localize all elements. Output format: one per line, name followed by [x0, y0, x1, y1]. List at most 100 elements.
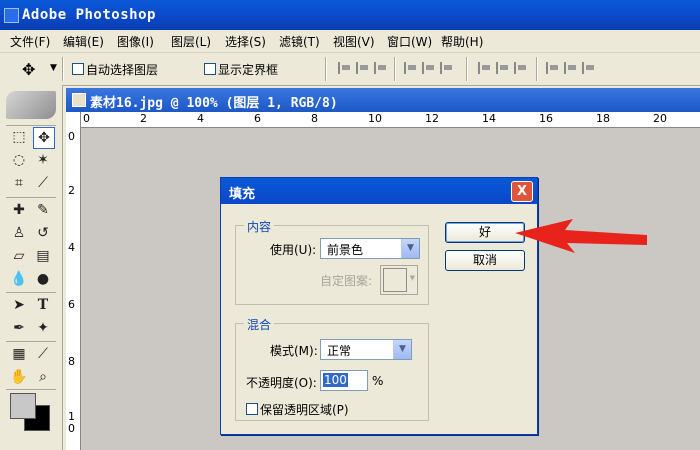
slice-icon[interactable]: ⟋: [33, 173, 53, 193]
red-arrow-shape: [515, 219, 647, 253]
tool-preset-chevron-icon[interactable]: ▼: [50, 63, 57, 73]
ruler-tick-label: 0: [68, 422, 75, 435]
menu-image[interactable]: 图像(I): [117, 33, 154, 50]
distribute-left-icon[interactable]: [546, 62, 562, 74]
menu-layer[interactable]: 图层(L): [171, 33, 211, 50]
auto-select-layer-checkbox[interactable]: [72, 63, 84, 75]
photoshop-app-icon: [4, 8, 19, 23]
menu-file[interactable]: 文件(F): [10, 33, 50, 50]
ruler-tick-label: 6: [68, 298, 75, 311]
ruler-tick-label: 4: [197, 112, 204, 125]
gradient-icon[interactable]: ▤: [33, 246, 53, 266]
ruler-tick-label: 8: [311, 112, 318, 125]
show-bounds-checkbox[interactable]: [204, 63, 216, 75]
distribute-hcenter-icon[interactable]: [564, 62, 580, 74]
toolbox-separator: [6, 389, 56, 390]
options-separator: [394, 57, 396, 81]
app-titlebar: Adobe Photoshop: [0, 0, 700, 30]
zoom-icon[interactable]: ⌕: [33, 367, 53, 387]
move-tool-icon[interactable]: ✥: [22, 60, 35, 79]
ruler-tick-label: 12: [425, 112, 439, 125]
opacity-unit: %: [372, 374, 384, 388]
vertical-ruler: 0 2 4 6 8 1 0: [66, 112, 81, 450]
foreground-color-swatch[interactable]: [10, 393, 36, 419]
menu-help[interactable]: 帮助(H): [441, 33, 483, 50]
fill-dialog: 填充 X 内容 使用(U): 前景色 ▼ 自定图案: ▼ 混合 模式(M): 正…: [220, 177, 538, 435]
toolbox-separator: [6, 341, 56, 342]
dialog-titlebar: 填充 X: [221, 178, 537, 204]
chevron-down-icon[interactable]: ▼: [401, 239, 419, 258]
app-title: Adobe Photoshop: [22, 7, 156, 23]
ruler-tick-label: 10: [368, 112, 382, 125]
toolbox-separator: [6, 292, 56, 293]
opacity-input[interactable]: 100: [320, 370, 368, 391]
blending-group: 混合 模式(M): 正常 ▼ 不透明度(O): 100 % 保留透明区域(P): [235, 316, 429, 421]
use-select-value: 前景色: [327, 243, 364, 257]
close-icon[interactable]: X: [511, 181, 533, 202]
pen-icon[interactable]: ✒: [9, 318, 29, 338]
menu-view[interactable]: 视图(V): [333, 33, 375, 50]
preserve-transparency-checkbox[interactable]: [246, 403, 258, 415]
clone-stamp-icon[interactable]: ♙: [9, 223, 29, 243]
path-select-icon[interactable]: ➤: [9, 295, 29, 315]
menu-bar: 文件(F) 编辑(E) 图像(I) 图层(L) 选择(S) 滤镜(T) 视图(V…: [0, 30, 700, 53]
align-left-icon[interactable]: [404, 62, 420, 74]
options-bar: ✥ ▼ 自动选择图层 显示定界框: [0, 53, 700, 86]
ruler-tick-label: 14: [482, 112, 496, 125]
mode-select[interactable]: 正常 ▼: [320, 339, 412, 360]
distribute-vcenter-icon[interactable]: [496, 62, 512, 74]
shape-icon[interactable]: ✦: [33, 318, 53, 338]
content-group: 内容 使用(U): 前景色 ▼ 自定图案: ▼: [235, 218, 429, 305]
opacity-label: 不透明度(O):: [246, 376, 317, 390]
notes-icon[interactable]: ▦: [9, 344, 29, 364]
ruler-tick-label: 0: [68, 130, 75, 143]
ruler-tick-label: 16: [539, 112, 553, 125]
type-icon[interactable]: T: [33, 295, 53, 315]
dodge-icon[interactable]: ●: [33, 269, 53, 289]
distribute-top-icon[interactable]: [478, 62, 494, 74]
menu-filter[interactable]: 滤镜(T): [279, 33, 320, 50]
pattern-swatch: [383, 268, 407, 292]
align-top-icon[interactable]: [338, 62, 354, 74]
crop-icon[interactable]: ⌗: [9, 173, 29, 193]
horizontal-ruler: 0 2 4 6 8 10 12 14 16 18 20: [80, 112, 700, 128]
distribute-right-icon[interactable]: [582, 62, 598, 74]
hand-icon[interactable]: ✋: [9, 367, 29, 387]
custom-pattern-label: 自定图案:: [320, 274, 373, 288]
distribute-bottom-icon[interactable]: [514, 62, 530, 74]
marquee-icon[interactable]: ⬚: [9, 127, 29, 147]
ruler-tick-label: 20: [653, 112, 667, 125]
chevron-down-icon[interactable]: ▼: [393, 340, 411, 359]
cancel-button[interactable]: 取消: [445, 250, 525, 271]
options-separator: [536, 57, 538, 81]
document-title: 素材16.jpg @ 100% (图层 1, RGB/8): [90, 96, 338, 111]
eyedropper-icon[interactable]: ⟋: [33, 344, 53, 364]
show-bounds-label: 显示定界框: [218, 63, 279, 77]
healing-brush-icon[interactable]: ✚: [9, 200, 29, 220]
menu-window[interactable]: 窗口(W): [387, 33, 432, 50]
ok-button[interactable]: 好: [445, 222, 525, 243]
options-separator: [62, 57, 64, 81]
eraser-icon[interactable]: ▱: [9, 246, 29, 266]
move-icon[interactable]: ✥: [33, 127, 55, 149]
use-select[interactable]: 前景色 ▼: [320, 238, 420, 259]
ruler-tick-label: 4: [68, 241, 75, 254]
brush-icon[interactable]: ✎: [33, 200, 53, 220]
align-bottom-icon[interactable]: [374, 62, 390, 74]
ruler-tick-label: 18: [596, 112, 610, 125]
align-hcenter-icon[interactable]: [422, 62, 438, 74]
magic-wand-icon[interactable]: ✶: [33, 150, 53, 170]
menu-edit[interactable]: 编辑(E): [63, 33, 104, 50]
align-vcenter-icon[interactable]: [356, 62, 372, 74]
blur-icon[interactable]: 💧: [9, 269, 29, 289]
align-right-icon[interactable]: [440, 62, 456, 74]
history-brush-icon[interactable]: ↺: [33, 223, 53, 243]
menu-select[interactable]: 选择(S): [225, 33, 266, 50]
document-titlebar: 素材16.jpg @ 100% (图层 1, RGB/8): [66, 88, 700, 112]
ruler-tick-label: 8: [68, 355, 75, 368]
chevron-down-icon: ▼: [409, 274, 415, 282]
options-separator: [466, 57, 468, 81]
lasso-icon[interactable]: ◌: [9, 150, 29, 170]
ruler-tick-label: 2: [68, 184, 75, 197]
photoshop-feather-logo[interactable]: [6, 91, 56, 119]
